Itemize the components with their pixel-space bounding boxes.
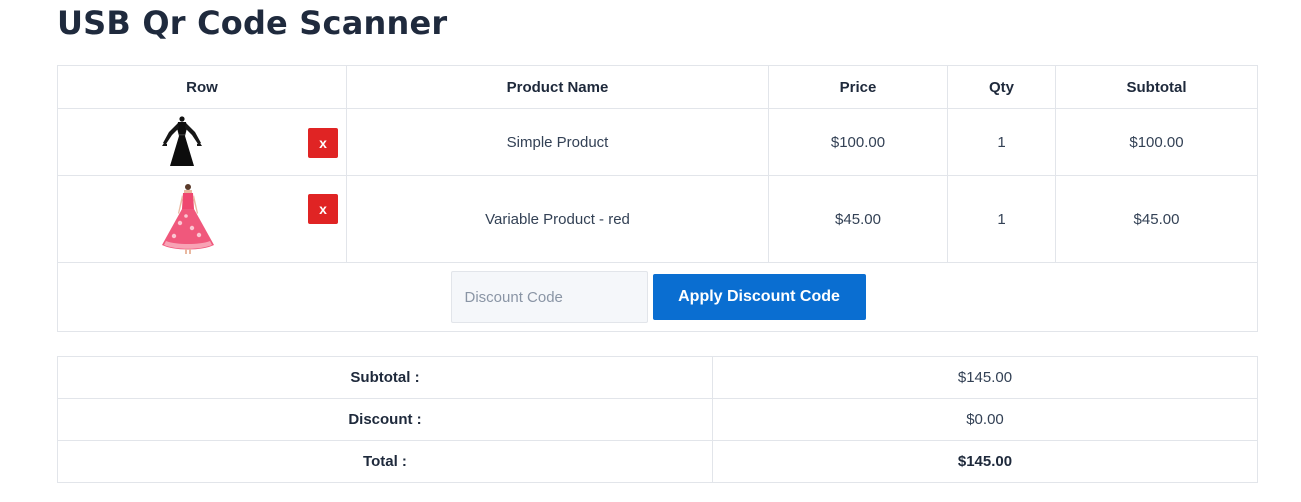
discount-form: Apply Discount Code bbox=[58, 271, 1257, 323]
totals-row-total: Total : $145.00 bbox=[57, 440, 1258, 483]
row-cell: x bbox=[57, 108, 347, 176]
remove-item-button[interactable]: x bbox=[308, 194, 338, 224]
apply-discount-button[interactable]: Apply Discount Code bbox=[652, 274, 866, 320]
price-cell: $45.00 bbox=[768, 175, 948, 263]
total-value: $145.00 bbox=[712, 440, 1258, 483]
table-row: x Variable Product - red $45.00 1 $45.00 bbox=[57, 175, 1258, 263]
totals-row-discount: Discount : $0.00 bbox=[57, 398, 1258, 441]
qty-cell: 1 bbox=[947, 175, 1056, 263]
price-cell: $100.00 bbox=[768, 108, 948, 176]
row-cell: x bbox=[57, 175, 347, 263]
page-title: USB Qr Code Scanner bbox=[57, 4, 448, 42]
red-dress-thumbnail bbox=[162, 184, 214, 254]
column-header-row: Row bbox=[57, 65, 347, 109]
column-header-subtotal: Subtotal bbox=[1055, 65, 1258, 109]
product-name-cell: Variable Product - red bbox=[346, 175, 769, 263]
remove-item-button[interactable]: x bbox=[308, 128, 338, 158]
totals-table: Subtotal : $145.00 Discount : $0.00 Tota… bbox=[57, 356, 1258, 483]
subtotal-value: $145.00 bbox=[712, 356, 1258, 399]
column-header-product-name: Product Name bbox=[346, 65, 769, 109]
discount-cell: Apply Discount Code bbox=[57, 262, 1258, 332]
cart-table: Row Product Name Price Qty Subtotal x Si… bbox=[57, 65, 1258, 332]
discount-code-input[interactable] bbox=[450, 271, 648, 323]
product-name-cell: Simple Product bbox=[346, 108, 769, 176]
subtotal-cell: $45.00 bbox=[1055, 175, 1258, 263]
discount-row: Apply Discount Code bbox=[57, 262, 1258, 332]
totals-row-subtotal: Subtotal : $145.00 bbox=[57, 356, 1258, 399]
total-label: Total : bbox=[57, 440, 713, 483]
discount-label: Discount : bbox=[57, 398, 713, 441]
cart-header-row: Row Product Name Price Qty Subtotal bbox=[57, 65, 1258, 109]
qty-cell: 1 bbox=[947, 108, 1056, 176]
black-dress-thumbnail bbox=[162, 116, 202, 166]
column-header-price: Price bbox=[768, 65, 948, 109]
discount-value: $0.00 bbox=[712, 398, 1258, 441]
subtotal-label: Subtotal : bbox=[57, 356, 713, 399]
column-header-qty: Qty bbox=[947, 65, 1056, 109]
subtotal-cell: $100.00 bbox=[1055, 108, 1258, 176]
table-row: x Simple Product $100.00 1 $100.00 bbox=[57, 108, 1258, 176]
